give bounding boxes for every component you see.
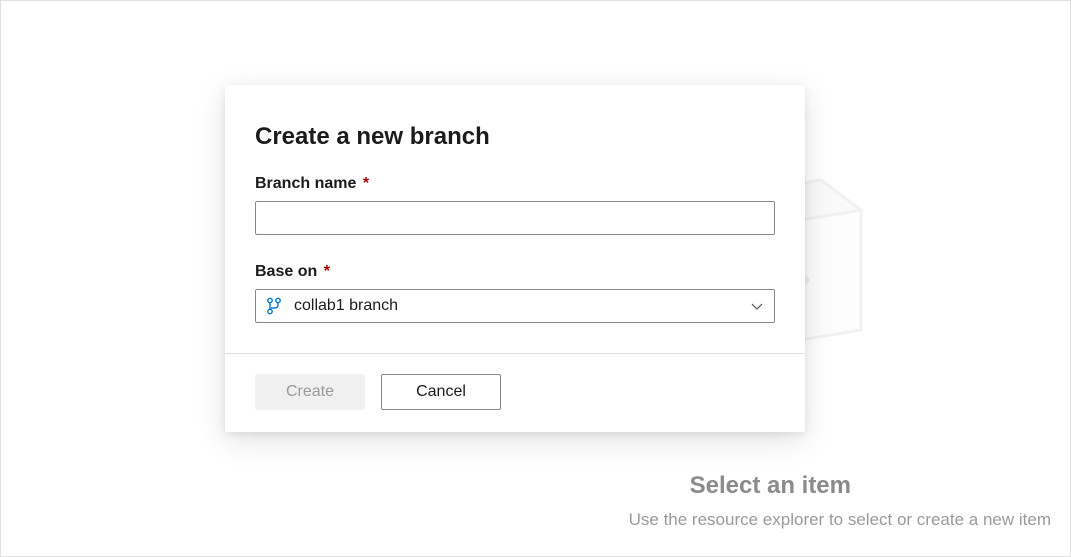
- base-on-label: Base on *: [255, 263, 775, 281]
- branch-name-label: Branch name *: [255, 175, 775, 193]
- base-on-selected-value: collab1 branch: [294, 297, 750, 315]
- dialog-title: Create a new branch: [255, 123, 775, 151]
- cancel-button[interactable]: Cancel: [381, 374, 501, 410]
- branch-name-input[interactable]: [255, 201, 775, 235]
- empty-state-title: Select an item: [690, 472, 851, 500]
- empty-state-subtitle: Use the resource explorer to select or c…: [491, 510, 1051, 530]
- create-branch-dialog: Create a new branch Branch name * Base o…: [225, 85, 805, 432]
- dialog-body: Create a new branch Branch name * Base o…: [225, 85, 805, 353]
- required-indicator: *: [324, 263, 330, 280]
- base-on-dropdown[interactable]: collab1 branch: [255, 289, 775, 323]
- create-button[interactable]: Create: [255, 374, 365, 410]
- base-on-field-group: Base on * collab1 branch: [255, 263, 775, 323]
- required-indicator: *: [363, 175, 369, 192]
- branch-name-label-text: Branch name: [255, 175, 356, 192]
- base-on-label-text: Base on: [255, 263, 317, 280]
- chevron-down-icon: [750, 299, 764, 313]
- branch-name-field-group: Branch name *: [255, 175, 775, 235]
- dialog-footer: Create Cancel: [225, 353, 805, 432]
- git-branch-icon: [266, 297, 282, 315]
